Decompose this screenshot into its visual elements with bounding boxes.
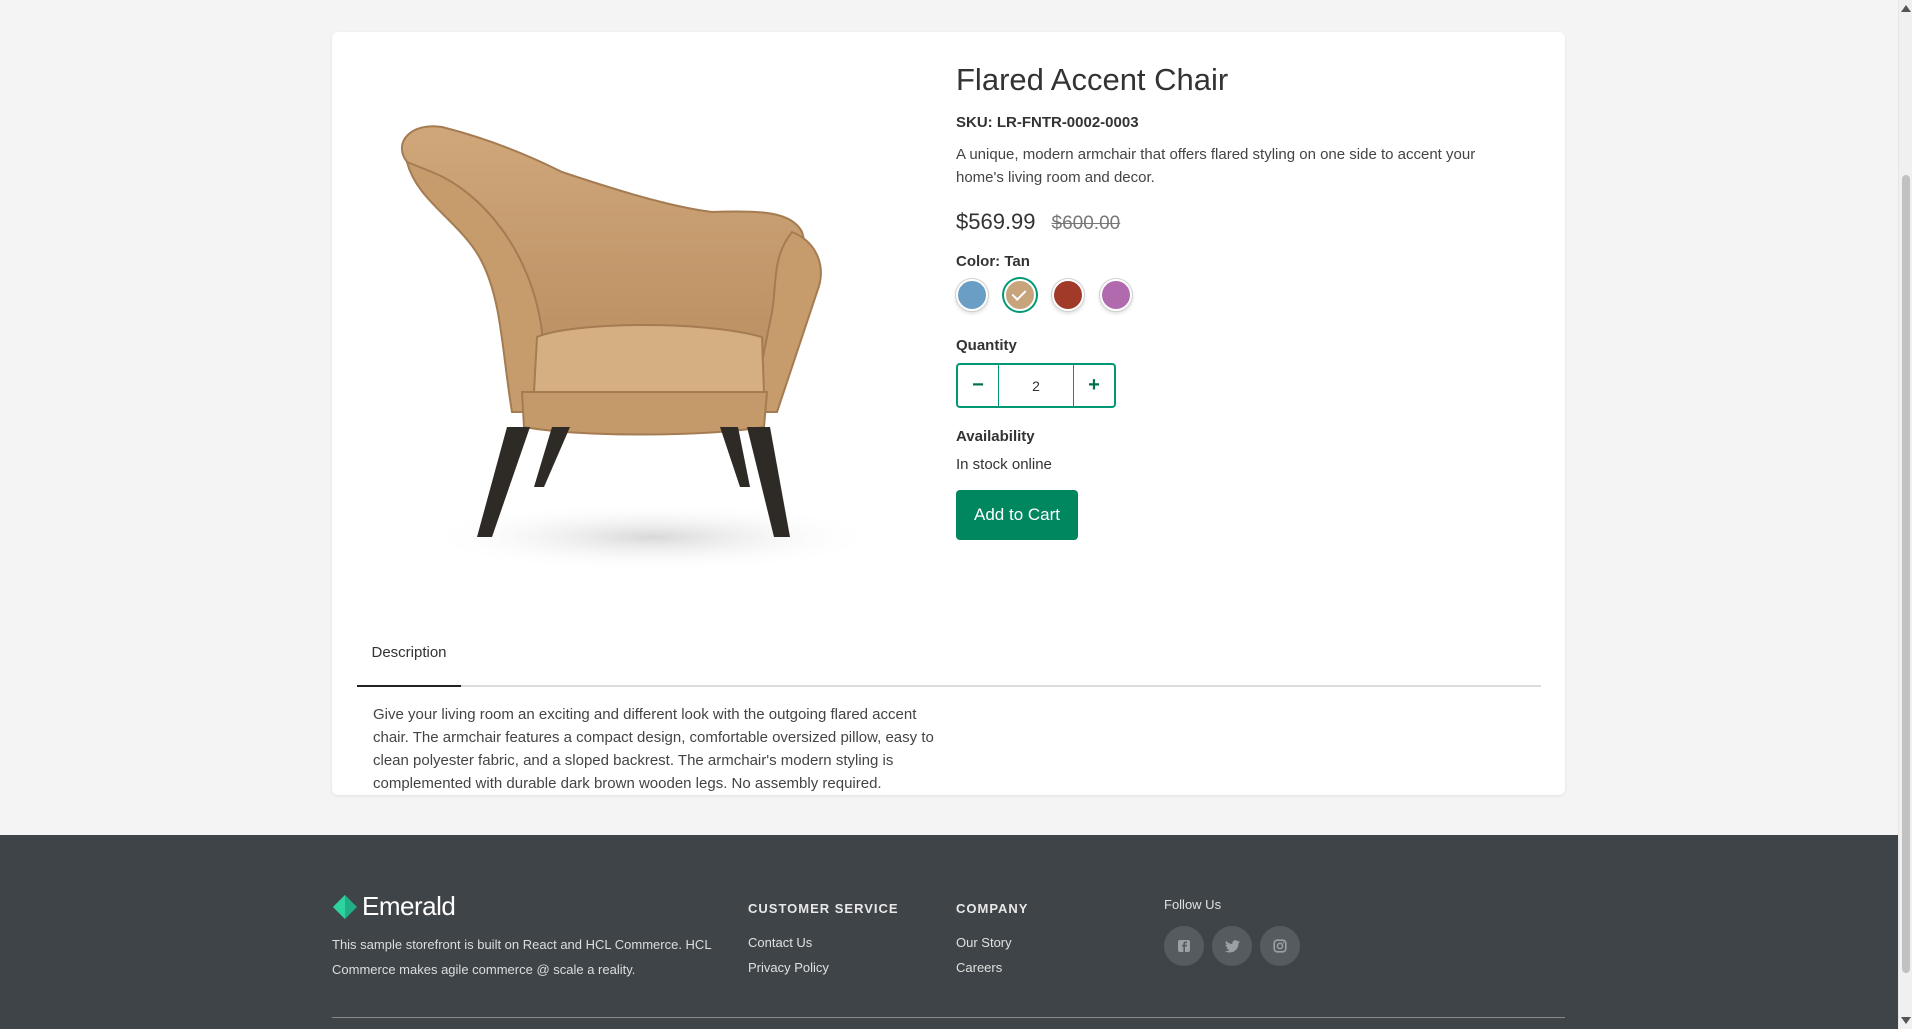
site-footer: Emerald This sample storefront is built … xyxy=(0,835,1898,1029)
product-short-description: A unique, modern armchair that offers fl… xyxy=(956,146,1476,187)
follow-us-label: Follow Us xyxy=(1164,897,1222,912)
product-title: Flared Accent Chair xyxy=(956,62,1229,97)
careers-link[interactable]: Careers xyxy=(956,955,1028,980)
instagram-icon[interactable] xyxy=(1260,926,1300,966)
contact-us-link[interactable]: Contact Us xyxy=(748,930,899,955)
add-to-cart-button[interactable]: Add to Cart xyxy=(956,490,1078,541)
privacy-policy-link[interactable]: Privacy Policy xyxy=(748,955,899,980)
footer-brand[interactable]: Emerald xyxy=(332,891,456,922)
product-card: Flared Accent Chair SKU: LR-FNTR-0002-00… xyxy=(332,32,1565,795)
twitter-icon[interactable] xyxy=(1212,926,1252,966)
color-swatch-blue[interactable] xyxy=(956,279,988,312)
social-links xyxy=(1164,926,1300,966)
offer-price: $569.99 xyxy=(956,209,1036,235)
footer-company: COMPANY Our Story Careers xyxy=(956,901,1028,980)
footer-divider xyxy=(332,1017,1565,1018)
increment-button[interactable]: + xyxy=(1074,365,1114,406)
customer-service-heading: CUSTOMER SERVICE xyxy=(748,901,899,916)
product-long-description: Give your living room an exciting and di… xyxy=(373,706,934,792)
list-price: $600.00 xyxy=(1051,213,1121,235)
product-image xyxy=(372,92,892,592)
color-swatch-tan[interactable] xyxy=(1004,279,1036,312)
product-info: Flared Accent Chair SKU: LR-FNTR-0002-00… xyxy=(956,60,1516,541)
availability-label: Availability xyxy=(956,428,1035,446)
quantity-stepper: − + xyxy=(956,363,1116,409)
product-tabs: Description xyxy=(357,620,1541,687)
check-icon xyxy=(1011,286,1027,302)
brand-description: This sample storefront is built on React… xyxy=(332,937,712,977)
decrement-button[interactable]: − xyxy=(958,365,998,406)
scrollbar-thumb[interactable] xyxy=(1902,175,1910,973)
quantity-label: Quantity xyxy=(956,337,1017,355)
brand-name: Emerald xyxy=(362,891,456,921)
facebook-icon[interactable] xyxy=(1164,926,1204,966)
our-story-link[interactable]: Our Story xyxy=(956,930,1028,955)
color-label: Color: Tan xyxy=(956,253,1030,271)
scroll-up-icon[interactable] xyxy=(1901,5,1911,12)
scroll-down-icon[interactable] xyxy=(1901,1017,1911,1024)
company-heading: COMPANY xyxy=(956,901,1029,916)
color-swatches xyxy=(956,279,1516,312)
availability-value: In stock online xyxy=(956,456,1052,474)
price-row: $569.99 $600.00 xyxy=(956,209,1516,235)
footer-follow: Follow Us xyxy=(1164,897,1300,966)
color-swatch-purple[interactable] xyxy=(1100,279,1132,312)
product-sku: SKU: LR-FNTR-0002-0003 xyxy=(956,114,1139,132)
footer-customer-service: CUSTOMER SERVICE Contact Us Privacy Poli… xyxy=(748,901,899,980)
color-swatch-red[interactable] xyxy=(1052,279,1084,312)
tab-description[interactable]: Description xyxy=(357,620,461,687)
emerald-logo-icon xyxy=(333,894,357,919)
quantity-input[interactable] xyxy=(998,365,1074,407)
page-scrollbar[interactable] xyxy=(1898,0,1912,1029)
